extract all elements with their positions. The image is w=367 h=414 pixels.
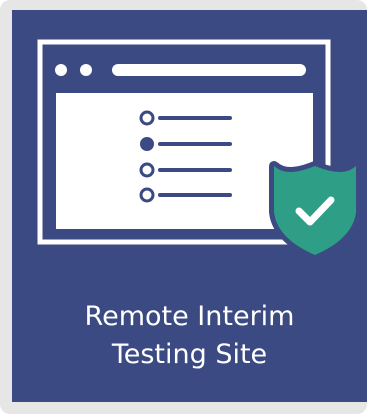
remote-interim-testing-site-tile[interactable]: Remote Interim Testing Site: [12, 10, 367, 402]
tile-title-line-2: Testing Site: [111, 339, 268, 370]
browser-address-bar: [112, 64, 306, 76]
tile-title-line-1: Remote Interim: [84, 301, 295, 332]
browser-dot-1: [55, 64, 67, 76]
shield-check-icon: [269, 161, 362, 260]
radio-option-2-selected-icon: [140, 137, 154, 151]
browser-dot-2: [80, 64, 92, 76]
tile-title: Remote Interim Testing Site: [12, 298, 367, 374]
tile-frame: Remote Interim Testing Site: [0, 0, 367, 414]
